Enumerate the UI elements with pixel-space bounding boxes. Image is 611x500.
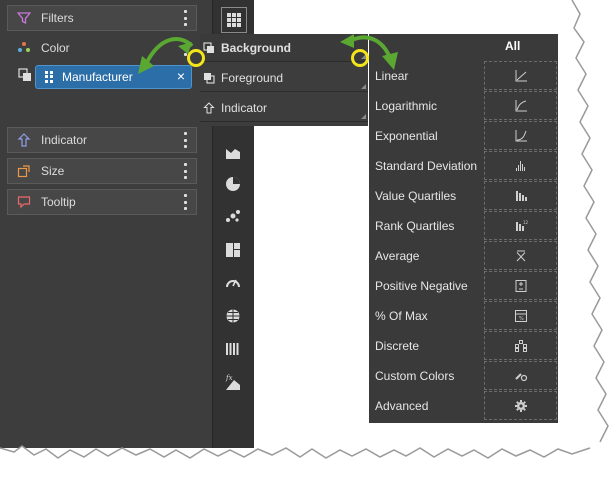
torn-edge-decoration bbox=[0, 0, 611, 500]
